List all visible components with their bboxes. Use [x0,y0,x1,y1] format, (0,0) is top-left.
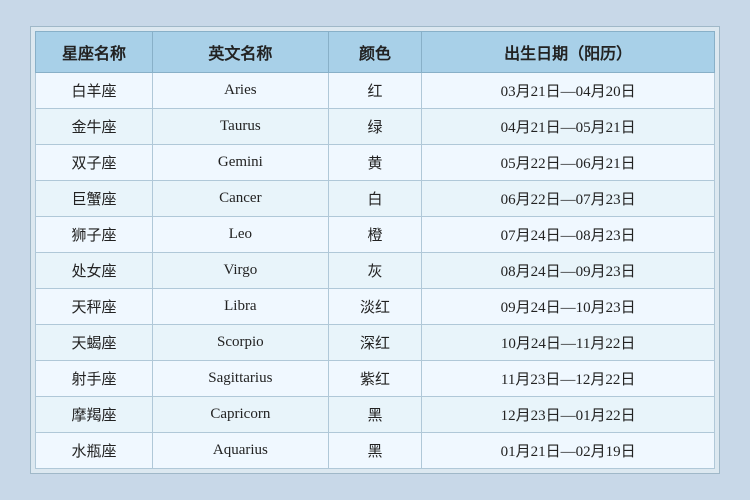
table-row: 金牛座Taurus绿04月21日—05月21日 [36,109,715,145]
cell-date: 08月24日—09月23日 [422,253,715,289]
cell-en: Cancer [153,181,329,217]
cell-color: 淡红 [328,289,422,325]
table-row: 天秤座Libra淡红09月24日—10月23日 [36,289,715,325]
cell-en: Aries [153,73,329,109]
table-row: 白羊座Aries红03月21日—04月20日 [36,73,715,109]
cell-en: Gemini [153,145,329,181]
table-row: 狮子座Leo橙07月24日—08月23日 [36,217,715,253]
cell-color: 黑 [328,433,422,469]
table-row: 摩羯座Capricorn黑12月23日—01月22日 [36,397,715,433]
cell-zh: 金牛座 [36,109,153,145]
cell-color: 灰 [328,253,422,289]
cell-en: Sagittarius [153,361,329,397]
cell-color: 绿 [328,109,422,145]
cell-en: Scorpio [153,325,329,361]
cell-zh: 天秤座 [36,289,153,325]
cell-zh: 处女座 [36,253,153,289]
table-header-row: 星座名称 英文名称 颜色 出生日期（阳历） [36,32,715,73]
cell-en: Leo [153,217,329,253]
cell-color: 黄 [328,145,422,181]
cell-en: Capricorn [153,397,329,433]
cell-en: Aquarius [153,433,329,469]
cell-date: 06月22日—07月23日 [422,181,715,217]
cell-date: 11月23日—12月22日 [422,361,715,397]
cell-zh: 巨蟹座 [36,181,153,217]
table-row: 双子座Gemini黄05月22日—06月21日 [36,145,715,181]
cell-zh: 天蝎座 [36,325,153,361]
table-row: 天蝎座Scorpio深红10月24日—11月22日 [36,325,715,361]
cell-date: 03月21日—04月20日 [422,73,715,109]
cell-date: 10月24日—11月22日 [422,325,715,361]
cell-color: 深红 [328,325,422,361]
cell-color: 红 [328,73,422,109]
cell-zh: 狮子座 [36,217,153,253]
table-row: 射手座Sagittarius紫红11月23日—12月22日 [36,361,715,397]
cell-en: Libra [153,289,329,325]
cell-date: 05月22日—06月21日 [422,145,715,181]
header-zh: 星座名称 [36,32,153,73]
cell-color: 黑 [328,397,422,433]
cell-en: Taurus [153,109,329,145]
cell-color: 白 [328,181,422,217]
cell-zh: 射手座 [36,361,153,397]
cell-zh: 双子座 [36,145,153,181]
cell-date: 09月24日—10月23日 [422,289,715,325]
cell-date: 12月23日—01月22日 [422,397,715,433]
cell-date: 07月24日—08月23日 [422,217,715,253]
cell-color: 橙 [328,217,422,253]
table-row: 水瓶座Aquarius黑01月21日—02月19日 [36,433,715,469]
cell-zh: 水瓶座 [36,433,153,469]
cell-date: 01月21日—02月19日 [422,433,715,469]
cell-zh: 白羊座 [36,73,153,109]
header-color: 颜色 [328,32,422,73]
zodiac-table-container: 星座名称 英文名称 颜色 出生日期（阳历） 白羊座Aries红03月21日—04… [30,26,720,474]
cell-color: 紫红 [328,361,422,397]
header-date: 出生日期（阳历） [422,32,715,73]
cell-zh: 摩羯座 [36,397,153,433]
zodiac-table: 星座名称 英文名称 颜色 出生日期（阳历） 白羊座Aries红03月21日—04… [35,31,715,469]
table-row: 巨蟹座Cancer白06月22日—07月23日 [36,181,715,217]
header-en: 英文名称 [153,32,329,73]
table-row: 处女座Virgo灰08月24日—09月23日 [36,253,715,289]
cell-date: 04月21日—05月21日 [422,109,715,145]
cell-en: Virgo [153,253,329,289]
